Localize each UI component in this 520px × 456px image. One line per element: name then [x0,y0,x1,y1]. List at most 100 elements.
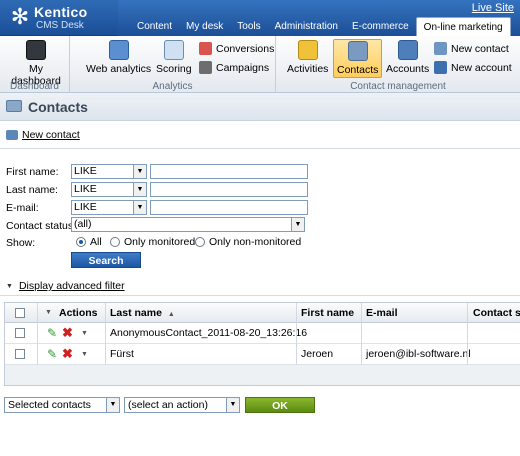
delete-icon[interactable]: ✖ [62,347,74,360]
row-menu-chevron-icon[interactable]: ▼ [81,330,88,337]
tab-e-commerce[interactable]: E-commerce [345,17,416,36]
chevron-down-icon: ▼ [6,282,13,290]
accounts-label: Accounts [386,63,430,75]
first-name-operator-value: LIKE [74,165,97,177]
contacts-label: Contacts [337,64,379,76]
snowflake-icon: ✻ [10,4,30,29]
new-contact-link-label: New contact [22,129,80,141]
email-operator-select[interactable]: LIKE ▼ [71,200,147,215]
activities-label: Activities [287,63,329,75]
cell-last-name: Fürst [110,348,134,360]
email-label: E-mail: [6,202,39,214]
campaigns-button[interactable]: Campaigns [199,61,269,74]
dashboard-icon [26,40,46,60]
new-contact-button[interactable]: New contact [434,42,509,55]
chevron-down-icon: ▼ [133,201,146,214]
cell-email: jeroen@ibl-software.nl [366,348,471,360]
last-name-input[interactable] [150,182,308,197]
column-header-last-name[interactable]: Last name ▲ [110,307,175,319]
top-bar: ✻ Kentico CMS Desk Live Site Content My … [0,0,520,36]
contacts-header-icon [6,100,22,112]
tab-my-desk[interactable]: My desk [179,17,230,36]
edit-pencil-icon[interactable]: ✎ [47,327,59,339]
contact-status-select[interactable]: (all) ▼ [71,217,305,232]
radio-selected-icon [76,237,86,247]
nav-tabs: Content My desk Tools Administration E-c… [130,17,511,36]
ribbon-group-contact-management: Activities Contacts Accounts New contact… [276,36,520,93]
show-monitored-label: Only monitored [124,236,196,248]
conversions-button[interactable]: Conversions [199,42,274,55]
new-contact-link[interactable]: New contact [6,129,80,141]
grid-header: ▼ Actions Last name ▲ First name E-mail … [5,303,520,323]
edit-pencil-icon[interactable]: ✎ [47,348,59,360]
column-separator [467,303,468,365]
contact-status-label: Contact status: [6,220,77,232]
show-all-radio[interactable]: All [76,236,102,248]
bulk-scope-select[interactable]: Selected contacts ▼ [4,397,120,413]
cell-last-name: AnonymousContact_2011-08-20_13:26:16 [110,327,308,339]
column-separator [105,303,106,365]
contacts-button[interactable]: Contacts [333,39,383,78]
campaigns-icon [199,61,212,74]
contact-status-value: (all) [74,218,92,230]
chevron-down-icon: ▼ [106,398,119,412]
new-account-icon [434,61,447,74]
column-separator [37,303,38,365]
column-header-email[interactable]: E-mail [366,307,398,319]
first-name-label: First name: [6,166,59,178]
table-row: ✎ ✖ ▼ AnonymousContact_2011-08-20_13:26:… [5,323,520,344]
page-header: Contacts [0,93,520,121]
display-advanced-filter-label: Display advanced filter [18,280,125,292]
tab-content[interactable]: Content [130,17,179,36]
header-actions-menu-icon[interactable]: ▼ [45,309,52,316]
tab-online-marketing[interactable]: On-line marketing [415,17,511,36]
column-header-contact-status[interactable]: Contact sta [473,307,520,319]
first-name-operator-select[interactable]: LIKE ▼ [71,164,147,179]
product-name: CMS Desk [36,20,84,31]
show-non-monitored-radio[interactable]: Only non-monitored [195,236,301,248]
cell-first-name: Jeroen [301,348,334,360]
main-navigation: Live Site Content My desk Tools Administ… [118,0,520,36]
scoring-icon [163,40,184,60]
bulk-action-select[interactable]: (select an action) ▼ [124,397,240,413]
ribbon-group-dashboard: My dashboard Dashboard [0,36,70,93]
row-checkbox[interactable] [15,349,25,359]
ribbon-group-analytics: Web analytics Scoring Conversions Campai… [70,36,276,93]
first-name-input[interactable] [150,164,308,179]
scoring-button[interactable]: Scoring [156,40,192,75]
web-analytics-button[interactable]: Web analytics [86,40,151,75]
ok-button[interactable]: OK [245,397,315,413]
divider [0,295,520,296]
column-separator [361,303,362,365]
new-contact-label: New contact [451,42,509,55]
tab-tools[interactable]: Tools [230,17,267,36]
new-account-button[interactable]: New account [434,61,512,74]
activities-button[interactable]: Activities [287,40,328,75]
row-checkbox[interactable] [15,328,25,338]
campaigns-label: Campaigns [216,61,270,74]
sort-ascending-icon: ▲ [167,311,175,318]
delete-icon[interactable]: ✖ [62,326,74,339]
last-name-operator-select[interactable]: LIKE ▼ [71,182,147,197]
radio-icon [110,237,120,247]
tab-administration[interactable]: Administration [268,17,345,36]
kentico-logo: ✻ Kentico CMS Desk [0,0,118,36]
live-site-link[interactable]: Live Site [472,2,514,14]
show-monitored-radio[interactable]: Only monitored [110,236,195,248]
accounts-button[interactable]: Accounts [386,40,429,75]
display-advanced-filter-link[interactable]: ▼ Display advanced filter [6,280,125,292]
analytics-group-label: Analytics [152,81,193,92]
new-account-label: New account [451,61,512,74]
my-dashboard-button[interactable]: My dashboard [3,40,69,87]
last-name-label: Last name: [6,184,58,196]
conversions-label: Conversions [216,42,275,55]
column-header-first-name[interactable]: First name [301,307,354,319]
dashboard-group-label: Dashboard [10,81,59,92]
web-analytics-label: Web analytics [86,63,152,75]
search-button[interactable]: Search [71,252,141,268]
scoring-label: Scoring [156,63,192,75]
email-input[interactable] [150,200,308,215]
select-all-checkbox[interactable] [15,308,25,318]
new-contact-link-icon [6,130,18,140]
row-menu-chevron-icon[interactable]: ▼ [81,351,88,358]
